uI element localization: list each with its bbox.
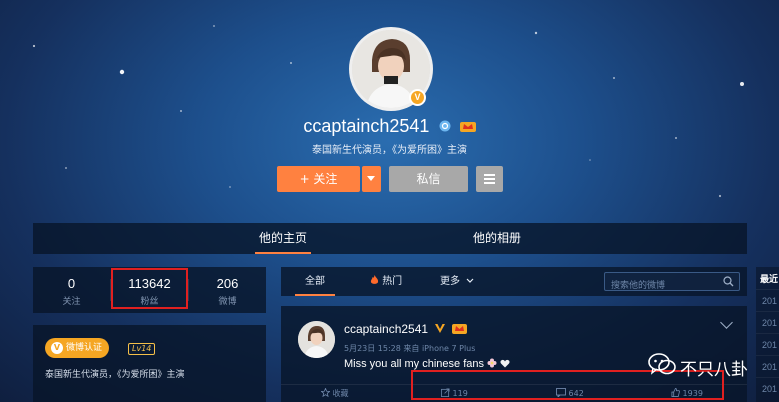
search-icon[interactable]	[723, 276, 734, 287]
watermark-text: 不只八卦	[680, 360, 748, 380]
timeline-rail: 最近 201 201 201 201 201	[756, 267, 779, 402]
feed-filter-bar: 全部 热门 更多	[281, 267, 747, 296]
follow-dropdown-button[interactable]	[362, 166, 381, 192]
post-author-username: ccaptainch2541	[344, 322, 429, 336]
star-icon	[320, 387, 331, 398]
post-author-name[interactable]: ccaptainch2541	[344, 322, 467, 336]
stat-following[interactable]: 0 关注	[33, 267, 110, 313]
feed-search-box	[604, 272, 740, 295]
stat-posts-label: 微博	[218, 297, 237, 307]
tab-album[interactable]: 他的相册	[469, 223, 525, 254]
timeline-item[interactable]: 201	[756, 289, 779, 311]
post-avatar-photo	[298, 321, 335, 358]
profile-bio: 泰国新生代演员，《为爱所困》主演	[312, 145, 467, 156]
profile-username: ccaptainch2541	[303, 116, 430, 136]
wechat-watermark: 不只八卦	[648, 352, 748, 380]
verified-v-icon: V	[409, 89, 426, 106]
feed-search-input[interactable]	[605, 277, 715, 295]
timeline-item[interactable]: 201	[756, 377, 779, 399]
post-content: Miss you all my chinese fans	[344, 358, 510, 370]
stat-posts[interactable]: 206 微博	[189, 267, 266, 313]
verification-badge[interactable]: V 微博认证	[45, 338, 109, 358]
fire-icon	[370, 275, 379, 284]
chevron-down-icon	[466, 278, 474, 283]
post-menu-chevron-icon[interactable]	[720, 316, 733, 329]
verified-v-icon: V	[51, 341, 63, 354]
favorite-button[interactable]: 收藏	[320, 387, 349, 399]
more-menu-button[interactable]	[476, 166, 503, 192]
fans-highlight-box	[111, 268, 188, 309]
filter-tab-hot-label: 热门	[382, 276, 403, 287]
verification-description: 泰国新生代演员，《为爱所困》主演	[45, 370, 185, 380]
vip-crown-icon[interactable]	[459, 117, 476, 136]
weibo-member-icon[interactable]	[439, 117, 451, 136]
profile-info-card: V 微博认证 Lv14 泰国新生代演员，《为爱所困》主演	[33, 325, 266, 402]
vip-crown-icon	[451, 324, 467, 334]
filter-tab-more[interactable]: 更多	[440, 267, 474, 296]
interactions-highlight-box	[411, 370, 724, 400]
tab-home[interactable]: 他的主页	[255, 223, 311, 254]
profile-tabbar: 他的主页 他的相册	[33, 223, 747, 254]
stat-following-value: 0	[67, 276, 76, 291]
verified-v-icon	[435, 324, 446, 333]
level-badge[interactable]: Lv14	[128, 343, 156, 355]
flower-emoji-icon	[487, 358, 497, 368]
filter-tab-more-label: 更多	[440, 276, 460, 287]
message-button[interactable]: 私信	[389, 166, 468, 192]
post-timestamp-source[interactable]: 5月23日 15:28 来自 iPhone 7 Plus	[344, 343, 475, 354]
heart-emoji-icon	[500, 359, 510, 368]
wechat-icon	[648, 353, 676, 375]
follow-button[interactable]: + 关注	[277, 166, 360, 192]
stat-posts-value: 206	[216, 276, 239, 291]
timeline-item[interactable]: 201	[756, 311, 779, 333]
post-content-text: Miss you all my chinese fans	[344, 358, 484, 370]
timeline-heading: 最近	[760, 275, 779, 285]
filter-tab-all[interactable]: 全部	[295, 267, 335, 296]
timeline-item[interactable]: 201	[756, 355, 779, 377]
verification-badge-label: 微博认证	[66, 343, 103, 353]
filter-tab-hot[interactable]: 热门	[370, 267, 402, 296]
post-author-avatar[interactable]	[298, 321, 335, 358]
timeline-item[interactable]: 201	[756, 333, 779, 355]
stat-following-label: 关注	[62, 297, 81, 307]
favorite-label: 收藏	[332, 389, 349, 398]
